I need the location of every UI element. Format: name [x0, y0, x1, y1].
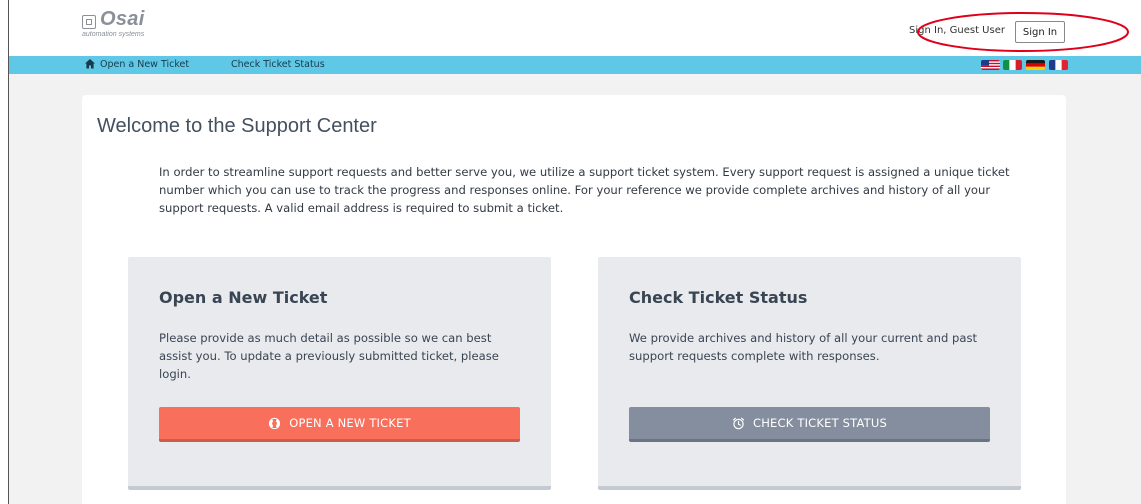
- fr-flag-icon[interactable]: [1049, 60, 1068, 70]
- de-flag-icon[interactable]: [1026, 60, 1045, 70]
- nav-link-open-ticket[interactable]: Open a New Ticket: [100, 59, 189, 70]
- check-status-description: We provide archives and history of all y…: [629, 331, 978, 363]
- check-ticket-status-label: CHECK TICKET STATUS: [752, 416, 888, 430]
- intro-paragraph: In order to streamline support requests …: [159, 165, 1010, 215]
- open-ticket-panel: Open a New Ticket Please provide as much…: [128, 257, 551, 490]
- home-icon[interactable]: [84, 58, 96, 70]
- lifebuoy-icon: [269, 417, 281, 429]
- logo-tagline: automation systems: [82, 31, 145, 38]
- logo-name: Osai: [100, 8, 145, 30]
- check-status-panel: Check Ticket Status We provide archives …: [598, 257, 1021, 490]
- logo-mark-icon: [82, 15, 96, 29]
- content-card: Welcome to the Support Center In order t…: [82, 95, 1066, 504]
- open-new-ticket-label: OPEN A NEW TICKET: [289, 416, 411, 430]
- site-logo[interactable]: Osai automation systems: [82, 8, 192, 45]
- alarm-clock-icon: [732, 417, 745, 429]
- open-ticket-title: Open a New Ticket: [159, 288, 328, 307]
- site-header: Osai automation systems Sign In, Guest U…: [9, 0, 1141, 56]
- red-circle-annotation: [917, 12, 1129, 52]
- open-ticket-description: Please provide as much detail as possibl…: [159, 331, 499, 381]
- it-flag-icon[interactable]: [1003, 60, 1022, 70]
- check-status-title: Check Ticket Status: [629, 288, 808, 307]
- browser-frame: Osai automation systems Sign In, Guest U…: [8, 0, 1141, 504]
- open-new-ticket-button[interactable]: OPEN A NEW TICKET: [159, 407, 520, 442]
- nav-bar: Open a New Ticket Check Ticket Status: [9, 56, 1141, 74]
- nav-link-check-status[interactable]: Check Ticket Status: [231, 59, 325, 70]
- check-ticket-status-button[interactable]: CHECK TICKET STATUS: [629, 407, 990, 442]
- page-title: Welcome to the Support Center: [97, 115, 377, 137]
- us-flag-icon[interactable]: [981, 60, 1000, 70]
